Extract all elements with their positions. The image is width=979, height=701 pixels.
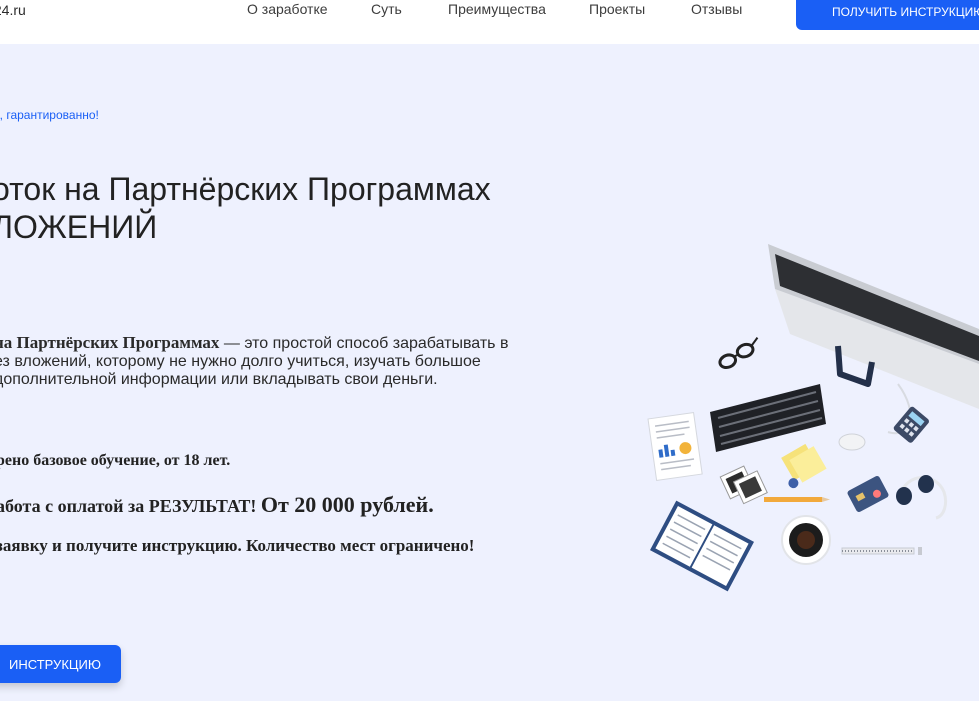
hero-description-bold: на Партнёрских Программах <box>0 333 220 352</box>
glasses-icon <box>718 337 759 369</box>
hero-title: оток на Партнёрских Программах ЛОЖЕНИЙ <box>0 170 491 246</box>
hero-title-line-1: оток на Партнёрских Программах <box>0 171 491 207</box>
get-instruction-button[interactable]: ИНСТРУКЦИЮ <box>0 645 121 683</box>
calculator-icon <box>893 406 929 443</box>
bullet-training: рено базовое обучение, от 18 лет. <box>0 452 231 469</box>
coffee-cup-icon <box>781 515 831 565</box>
hero-description: на Партнёрских Программах — это простой … <box>0 334 594 389</box>
hero-section: о, гарантированно! оток на Партнёрских П… <box>0 44 979 701</box>
workspace-illustration <box>647 244 979 592</box>
bullet-payment: абота с оплатой за РЕЗУЛЬТАТ! От 20 000 … <box>0 492 434 518</box>
site-header: t24.ru О заработке Суть Преимущества Про… <box>0 0 979 44</box>
get-instruction-header-button[interactable]: ПОЛУЧИТЬ ИНСТРУКЦИЮ <box>796 0 979 30</box>
credit-card-icon <box>847 476 889 512</box>
ruler-icon <box>841 547 922 555</box>
hero-description-line-3: дополнительной информации или вкладывать… <box>0 371 438 388</box>
bullet-apply: заявку и получите инструкцию. Количество… <box>0 536 475 555</box>
pencil-icon <box>764 497 830 502</box>
hero-description-line-2: ез вложений, которому не нужно долго учи… <box>0 353 481 370</box>
keyboard-icon <box>710 384 826 452</box>
nav-link-essence[interactable]: Суть <box>371 1 402 17</box>
hero-title-line-2: ЛОЖЕНИЙ <box>0 209 158 245</box>
nav-link-about-earning[interactable]: О заработке <box>247 1 328 17</box>
report-icon <box>647 412 703 481</box>
sticky-notes-icon <box>781 443 827 489</box>
bullet-payment-amount: От 20 000 рублей. <box>260 492 434 517</box>
nav-link-advantages[interactable]: Преимущества <box>448 1 546 17</box>
hero-tagline: о, гарантированно! <box>0 108 99 122</box>
site-logo[interactable]: t24.ru <box>0 2 26 18</box>
nav-link-reviews[interactable]: Отзывы <box>691 1 742 17</box>
mouse-icon <box>838 433 866 451</box>
photos-icon <box>719 465 768 505</box>
nav-link-projects[interactable]: Проекты <box>589 1 645 17</box>
bullet-payment-text: абота с оплатой за РЕЗУЛЬТАТ! <box>0 496 261 516</box>
headphones-icon <box>896 475 948 520</box>
notebook-icon <box>650 500 754 592</box>
hero-description-line-1: — это простой способ зарабатывать в <box>219 335 509 352</box>
